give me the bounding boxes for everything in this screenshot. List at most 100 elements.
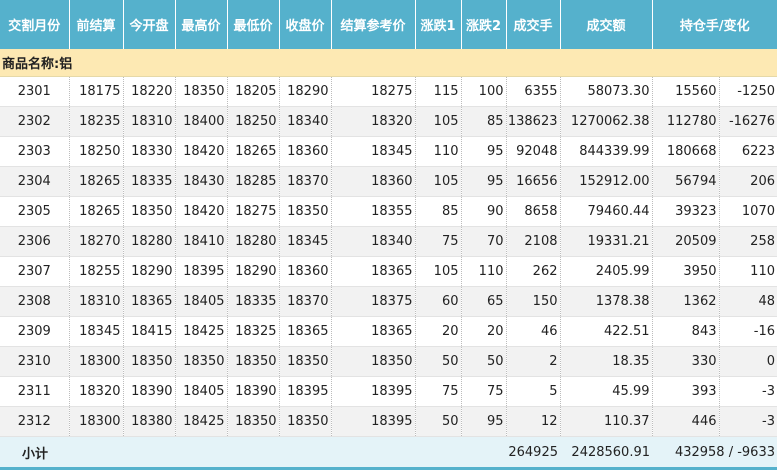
cell-low: 18390	[227, 376, 280, 407]
cell-change-1: 105	[415, 106, 462, 137]
table-row: 2312 18300 18380 18425 18350 18350 18395 50 95 12…	[0, 406, 777, 437]
header-open[interactable]: 今开盘	[123, 0, 176, 49]
cell-high: 18420	[175, 136, 228, 167]
header-delivery-month[interactable]: 交割月份	[0, 0, 70, 49]
table-row: 2302 18235 18310 18400 18250 18340 18320 105 85 1…	[0, 106, 777, 137]
cell-open: 18365	[123, 286, 176, 317]
cell-change-1: 75	[415, 226, 462, 257]
cell-month: 2301	[0, 76, 70, 107]
header-turnover[interactable]: 成交额	[560, 0, 653, 49]
cell-low: 18250	[227, 106, 280, 137]
header-change-2[interactable]: 涨跌2	[461, 0, 507, 49]
cell-oi-change: -3	[719, 406, 777, 437]
header-settle-ref[interactable]: 结算参考价	[331, 0, 416, 49]
header-high[interactable]: 最高价	[175, 0, 228, 49]
cell-oi-change: 258	[719, 226, 777, 257]
cell-open: 18390	[123, 376, 176, 407]
subtotal-label: 小计	[0, 436, 506, 470]
cell-low: 18285	[227, 166, 280, 197]
cell-close: 18370	[279, 286, 332, 317]
cell-close: 18290	[279, 76, 332, 107]
cell-month: 2308	[0, 286, 70, 317]
cell-prev-settle: 18300	[69, 346, 124, 377]
subtotal-open-interest: 432958 / -9633	[652, 436, 777, 470]
table-row: 2304 18265 18335 18430 18285 18370 18360 105 95 1…	[0, 166, 777, 197]
cell-change-2: 90	[461, 196, 507, 227]
cell-change-2: 70	[461, 226, 507, 257]
cell-prev-settle: 18235	[69, 106, 124, 137]
cell-settle-ref: 18365	[331, 256, 416, 287]
cell-month: 2311	[0, 376, 70, 407]
cell-change-1: 75	[415, 376, 462, 407]
header-low[interactable]: 最低价	[227, 0, 280, 49]
cell-month: 2307	[0, 256, 70, 287]
cell-turnover: 1270062.38	[560, 106, 653, 137]
cell-high: 18425	[175, 406, 228, 437]
cell-change-1: 20	[415, 316, 462, 347]
table-row: 2301 18175 18220 18350 18205 18290 18275 115 100…	[0, 76, 777, 107]
table-row: 2311 18320 18390 18405 18390 18395 18395 75 75 5 4…	[0, 376, 777, 407]
cell-month: 2312	[0, 406, 70, 437]
subtotal-volume: 264925	[506, 436, 560, 470]
header-row: 交割月份 前结算 今开盘 最高价 最低价 收盘价 结算参考价 涨跌1 涨跌2 成…	[0, 0, 777, 49]
header-open-interest[interactable]: 持仓手/变化	[652, 0, 777, 49]
cell-prev-settle: 18250	[69, 136, 124, 167]
cell-change-2: 20	[461, 316, 507, 347]
cell-open: 18350	[123, 196, 176, 227]
cell-settle-ref: 18275	[331, 76, 416, 107]
header-close[interactable]: 收盘价	[279, 0, 332, 49]
cell-month: 2310	[0, 346, 70, 377]
cell-open-interest: 39323	[652, 196, 720, 227]
header-prev-settle[interactable]: 前结算	[69, 0, 124, 49]
cell-open-interest: 180668	[652, 136, 720, 167]
cell-open-interest: 393	[652, 376, 720, 407]
cell-turnover: 844339.99	[560, 136, 653, 167]
cell-change-1: 50	[415, 346, 462, 377]
cell-settle-ref: 18320	[331, 106, 416, 137]
cell-prev-settle: 18310	[69, 286, 124, 317]
cell-open-interest: 20509	[652, 226, 720, 257]
cell-change-2: 50	[461, 346, 507, 377]
cell-high: 18350	[175, 346, 228, 377]
cell-volume: 46	[506, 316, 561, 347]
cell-change-1: 110	[415, 136, 462, 167]
cell-prev-settle: 18320	[69, 376, 124, 407]
header-volume[interactable]: 成交手	[506, 0, 561, 49]
cell-open-interest: 3950	[652, 256, 720, 287]
category-row: 商品名称:铝	[0, 49, 777, 77]
cell-volume: 138623	[506, 106, 561, 137]
header-change-1[interactable]: 涨跌1	[415, 0, 462, 49]
cell-low: 18335	[227, 286, 280, 317]
cell-oi-change: -16	[719, 316, 777, 347]
cell-change-1: 115	[415, 76, 462, 107]
cell-open: 18220	[123, 76, 176, 107]
cell-open: 18280	[123, 226, 176, 257]
cell-close: 18350	[279, 196, 332, 227]
cell-turnover: 58073.30	[560, 76, 653, 107]
cell-change-2: 95	[461, 406, 507, 437]
cell-open: 18335	[123, 166, 176, 197]
cell-volume: 92048	[506, 136, 561, 167]
cell-volume: 2108	[506, 226, 561, 257]
cell-change-1: 105	[415, 166, 462, 197]
cell-change-2: 65	[461, 286, 507, 317]
cell-settle-ref: 18340	[331, 226, 416, 257]
cell-oi-change: 1070	[719, 196, 777, 227]
cell-oi-change: 48	[719, 286, 777, 317]
cell-turnover: 19331.21	[560, 226, 653, 257]
cell-open-interest: 843	[652, 316, 720, 347]
cell-low: 18280	[227, 226, 280, 257]
cell-settle-ref: 18360	[331, 166, 416, 197]
cell-prev-settle: 18270	[69, 226, 124, 257]
cell-low: 18325	[227, 316, 280, 347]
cell-prev-settle: 18300	[69, 406, 124, 437]
table-row: 2306 18270 18280 18410 18280 18345 18340 75 70 21…	[0, 226, 777, 257]
cell-high: 18400	[175, 106, 228, 137]
cell-close: 18360	[279, 256, 332, 287]
cell-settle-ref: 18350	[331, 346, 416, 377]
cell-change-1: 105	[415, 256, 462, 287]
cell-turnover: 422.51	[560, 316, 653, 347]
cell-oi-change: 206	[719, 166, 777, 197]
cell-turnover: 2405.99	[560, 256, 653, 287]
cell-close: 18360	[279, 136, 332, 167]
